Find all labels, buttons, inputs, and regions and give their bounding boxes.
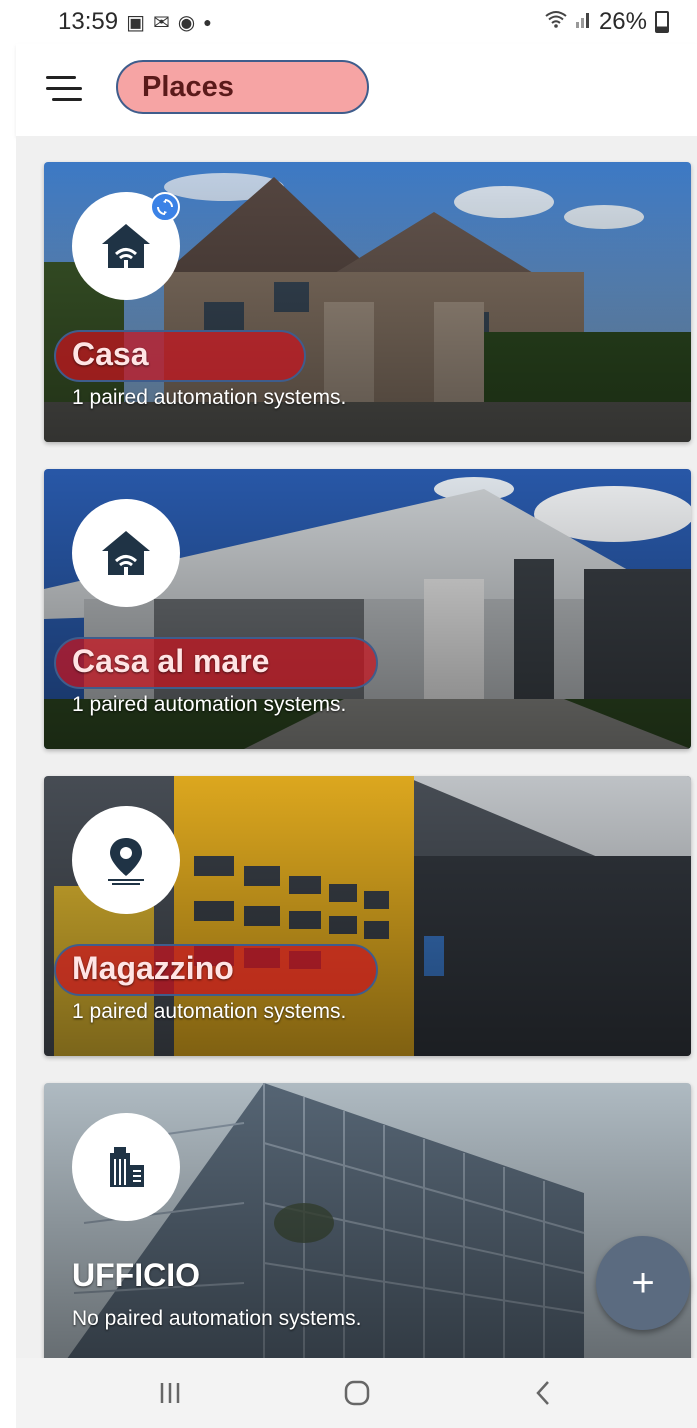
place-subtitle: 1 paired automation systems. [72, 386, 347, 409]
place-icon [72, 1113, 180, 1221]
image-icon: ▣ [126, 11, 145, 34]
signal-icon [575, 10, 591, 34]
place-card-magazzino[interactable]: Magazzino 1 paired automation systems. [44, 776, 691, 1056]
sync-circle-icon: ◉ [177, 11, 196, 34]
home-circle-icon [344, 1380, 369, 1406]
page-title: Places [116, 60, 369, 114]
home-wifi-icon [102, 224, 150, 268]
status-right: 26% [545, 8, 669, 36]
sync-badge-icon [150, 192, 180, 222]
menu-icon[interactable] [46, 76, 82, 102]
back-icon [535, 1381, 549, 1405]
place-title: Casa [72, 336, 149, 372]
wifi-icon [545, 10, 567, 34]
status-left: 13:59 ▣ ✉ ◉ ● [58, 8, 212, 36]
place-card-casa-al-mare[interactable]: Casa al mare 1 paired automation systems… [44, 469, 691, 749]
place-icon [72, 499, 180, 607]
place-title: UFFICIO [72, 1257, 200, 1293]
place-icon [72, 192, 180, 300]
place-subtitle: 1 paired automation systems. [72, 1000, 347, 1023]
plus-icon: + [631, 1260, 655, 1305]
battery-icon [655, 11, 669, 33]
system-nav-bar [16, 1358, 697, 1428]
back-button[interactable] [514, 1363, 574, 1423]
status-time: 13:59 [58, 8, 119, 35]
status-bar: 13:59 ▣ ✉ ◉ ● 26% [0, 0, 697, 44]
place-subtitle: No paired automation systems. [72, 1307, 362, 1330]
place-subtitle: 1 paired automation systems. [72, 693, 347, 716]
recent-apps-icon [160, 1383, 179, 1403]
office-building-icon [110, 1147, 144, 1187]
add-place-button[interactable]: + [596, 1236, 690, 1330]
recent-apps-button[interactable] [140, 1363, 200, 1423]
location-pin-icon [108, 838, 144, 885]
places-list[interactable]: Casa 1 paired automation systems. Casa a… [16, 136, 697, 1358]
email-icon: ✉ [152, 11, 170, 34]
place-title: Magazzino [72, 950, 234, 986]
home-wifi-icon [102, 531, 150, 575]
battery-percent: 26% [598, 8, 647, 35]
dot-icon: ● [203, 14, 212, 30]
place-title: Casa al mare [72, 643, 270, 679]
home-button[interactable] [327, 1363, 387, 1423]
place-card-ufficio[interactable]: UFFICIO No paired automation systems. [44, 1083, 691, 1358]
place-card-casa[interactable]: Casa 1 paired automation systems. [44, 162, 691, 442]
place-icon [72, 806, 180, 914]
app-bar: Places [16, 44, 697, 136]
